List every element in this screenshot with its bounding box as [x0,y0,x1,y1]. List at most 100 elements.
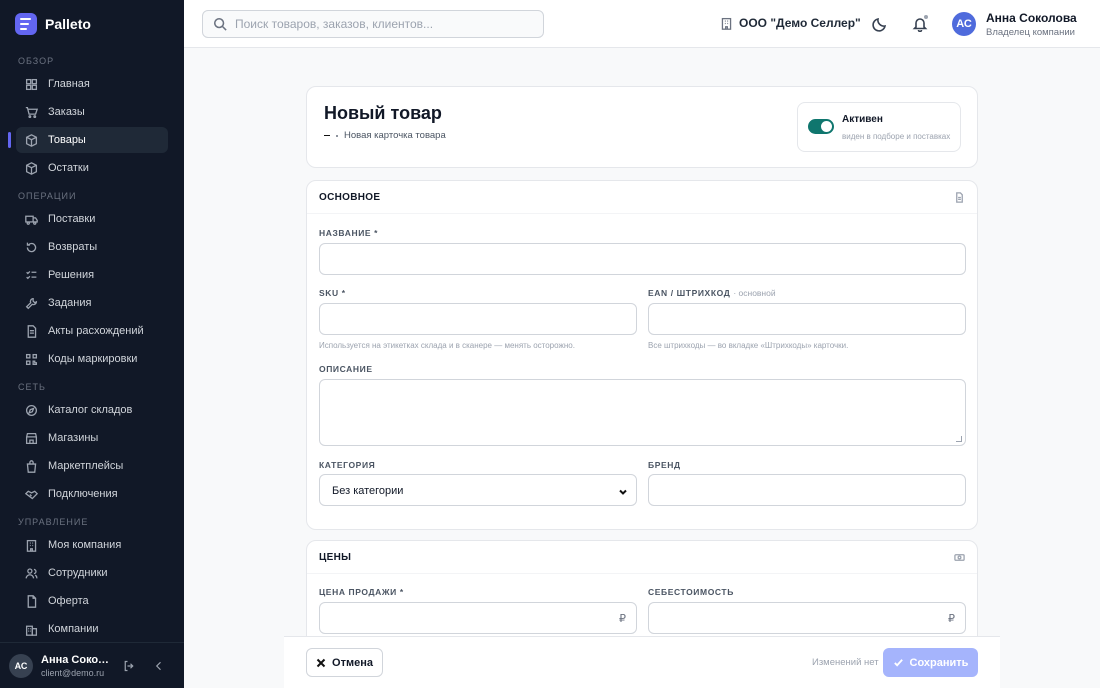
qr-icon [25,353,38,366]
avatar[interactable]: АС [952,12,976,36]
page-title: Новый товар [324,103,442,123]
sidebar-item-label: Остатки [48,162,89,174]
collapse-sidebar-icon[interactable] [151,658,167,674]
category-selected-value: Без категории [332,485,404,497]
sidebar-item-discrepancy-acts[interactable]: Акты расхождений [16,318,168,344]
category-label: КАТЕГОРИЯ [319,460,376,470]
theme-toggle-moon-icon[interactable] [871,15,889,33]
ean-input[interactable] [648,303,966,335]
document-icon [954,192,965,203]
basic-section: ОСНОВНОЕ НАЗВАНИЕ * SKU * Используется н… [306,180,978,530]
building-icon [25,539,38,552]
building-icon [721,17,732,30]
description-textarea[interactable] [319,379,966,446]
sidebar-item-marking-codes[interactable]: Коды маркировки [16,346,168,372]
brand-input[interactable] [648,474,966,506]
wrench-icon [25,297,38,310]
sidebar-item-label: Заказы [48,106,85,118]
sidebar-item-my-company[interactable]: Моя компания [16,532,168,558]
section-title-network: СЕТЬ [18,382,46,392]
sidebar-item-label: Каталог складов [48,404,133,416]
sidebar-item-employees[interactable]: Сотрудники [16,560,168,586]
sidebar-item-label: Подключения [48,488,118,500]
ruble-icon: ₽ [948,613,955,625]
brand[interactable]: Palleto [15,12,91,36]
dashboard-icon [25,78,38,91]
chevron-down-icon [618,484,628,495]
bag-icon [25,459,38,473]
notification-dot [923,14,929,20]
sidebar-item-home[interactable]: Главная [16,71,168,97]
sidebar-item-warehouse-catalog[interactable]: Каталог складов [16,397,168,423]
check-icon [893,659,903,667]
category-select[interactable]: Без категории [319,474,637,506]
sku-hint: Используется на этикетках склада и в ска… [319,341,575,350]
sidebar-item-returns[interactable]: Возвраты [16,234,168,260]
notifications-bell-icon[interactable] [911,14,929,33]
buildings-icon [25,623,38,636]
status-label: Активен [842,114,883,125]
sidebar-item-label: Товары [48,134,86,146]
ean-sublabel: · основной [733,288,776,298]
sidebar-item-supplies[interactable]: Поставки [16,206,168,232]
sidebar-item-label: Поставки [48,213,96,225]
sidebar-item-companies[interactable]: Компании [16,616,168,642]
breadcrumb-separator [336,134,338,137]
sidebar-item-label: Главная [48,78,90,90]
sidebar-item-connections[interactable]: Подключения [16,481,168,507]
sidebar-item-marketplaces[interactable]: Маркетплейсы [16,453,168,479]
ean-label-text: EAN / ШТРИХКОД [648,288,731,298]
product-header-card: Новый товар Новая карточка товара Активе… [306,86,978,168]
sidebar-item-label: Оферта [48,595,89,607]
sale-price-label: ЦЕНА ПРОДАЖИ * [319,587,404,597]
sale-price-input[interactable]: ₽ [319,602,637,634]
company-switcher[interactable]: ООО "Демо Селлер" [720,16,861,30]
name-input[interactable] [319,243,966,275]
logout-icon[interactable] [121,658,137,674]
money-icon [954,552,965,563]
search-input[interactable] [235,17,535,31]
user-menu[interactable]: Анна Соколова Владелец компании [986,11,1077,38]
save-button[interactable]: Сохранить [883,648,978,677]
search-box[interactable] [202,10,544,38]
cancel-button[interactable]: Отмена [306,648,383,677]
sidebar-item-orders[interactable]: Заказы [16,99,168,125]
cart-icon [25,106,38,119]
active-toggle[interactable] [808,119,834,134]
description-label: ОПИСАНИЕ [319,364,373,374]
document-icon [25,324,38,338]
resize-handle-icon[interactable] [956,436,962,442]
sku-input[interactable] [319,303,637,335]
sidebar-item-label: Решения [48,269,95,281]
avatar[interactable]: АС [9,653,33,678]
save-label: Сохранить [909,656,969,669]
section-title: ЦЕНЫ [319,551,352,563]
compass-icon [25,404,38,417]
sidebar-item-label: Моя компания [48,539,122,551]
truck-icon [25,213,38,226]
section-header: ЦЕНЫ [307,541,977,574]
sidebar-item-label: Компании [48,623,99,635]
user-name: Анна Соколова [986,11,1077,25]
breadcrumb-dash [324,135,330,136]
topbar: ООО "Демо Селлер" АС Анна Соколова Владе… [184,0,1100,48]
handshake-icon [25,488,38,501]
brand-label: БРЕНД [648,460,681,470]
sidebar-item-tasks[interactable]: Задания [16,290,168,316]
sidebar-item-products[interactable]: Товары [8,127,168,153]
sidebar-item-offer[interactable]: Оферта [16,588,168,614]
sidebar-item-label: Магазины [48,432,99,444]
name-label: НАЗВАНИЕ * [319,228,379,238]
cost-price-input[interactable]: ₽ [648,602,966,634]
sidebar-user-name: Анна Соколова [41,653,113,666]
brand-name: Palleto [45,16,91,32]
section-title-overview: ОБЗОР [18,56,55,66]
sidebar-item-label: Коды маркировки [48,353,138,365]
sidebar-item-stores[interactable]: Магазины [16,425,168,451]
status-description: виден в подборе и поставках [842,132,951,141]
sidebar-item-label: Возвраты [48,241,98,253]
sidebar-item-stock[interactable]: Остатки [16,155,168,181]
users-icon [25,567,38,580]
section-title: ОСНОВНОЕ [319,191,381,203]
sidebar-item-decisions[interactable]: Решения [16,262,168,288]
